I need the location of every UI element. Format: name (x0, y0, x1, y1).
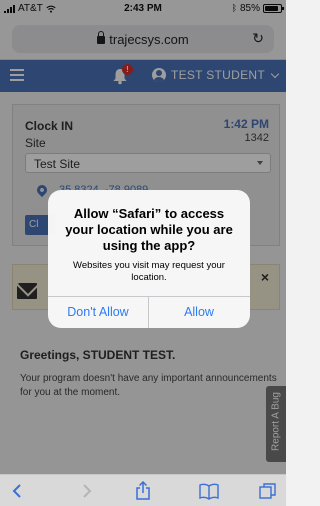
allow-button[interactable]: Allow (149, 296, 249, 328)
safari-toolbar (0, 474, 286, 506)
location-permission-alert: Allow “Safari” to access your location w… (48, 190, 250, 328)
forward-icon[interactable] (80, 481, 94, 501)
back-icon[interactable] (10, 481, 24, 501)
tabs-icon[interactable] (258, 481, 278, 501)
dont-allow-button[interactable]: Don't Allow (48, 296, 148, 328)
share-icon[interactable] (134, 481, 152, 501)
alert-title: Allow “Safari” to access your location w… (65, 206, 233, 253)
bookmarks-icon[interactable] (198, 481, 220, 501)
alert-message: Websites you visit may request your loca… (73, 260, 225, 283)
